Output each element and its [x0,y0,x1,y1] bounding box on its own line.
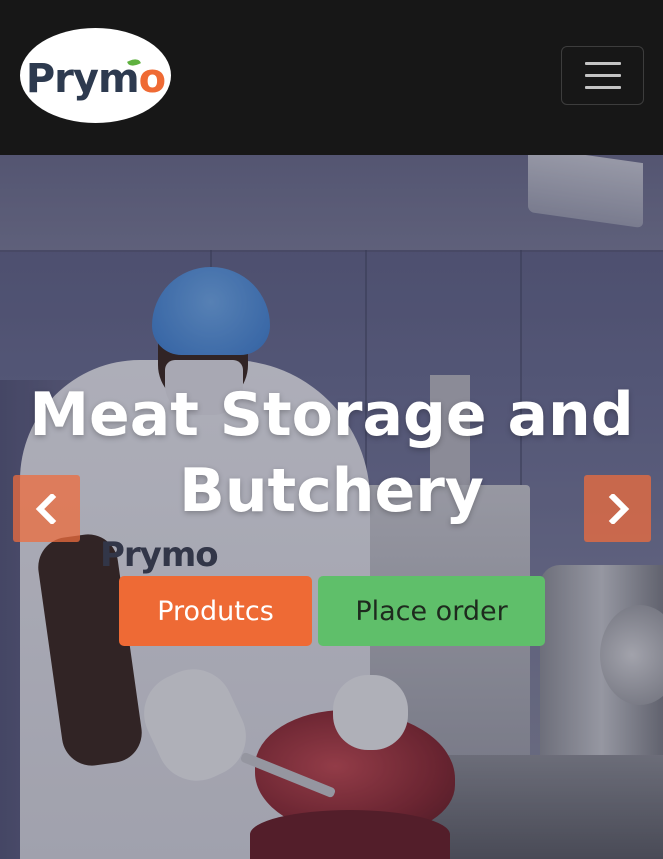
hamburger-icon-bar-3 [584,86,621,89]
hero-carousel: Prymo Meat Storage and Butchery Produtcs… [0,155,663,859]
hamburger-icon-bar-2 [584,74,621,77]
chevron-left-icon [35,493,56,524]
place-order-button[interactable]: Place order [318,576,545,646]
menu-toggle-button[interactable] [561,46,644,105]
navbar: Prymo [0,0,663,155]
hamburger-icon-bar-1 [584,62,621,65]
products-button[interactable]: Produtcs [119,576,312,646]
chevron-right-icon [608,493,629,524]
brand-logo-link[interactable]: Prymo [20,28,171,123]
carousel-next-button[interactable] [584,475,651,542]
brand-logo: Prymo [25,55,166,102]
carousel-prev-button[interactable] [13,475,80,542]
hero-title: Meat Storage and Butchery [29,380,634,526]
